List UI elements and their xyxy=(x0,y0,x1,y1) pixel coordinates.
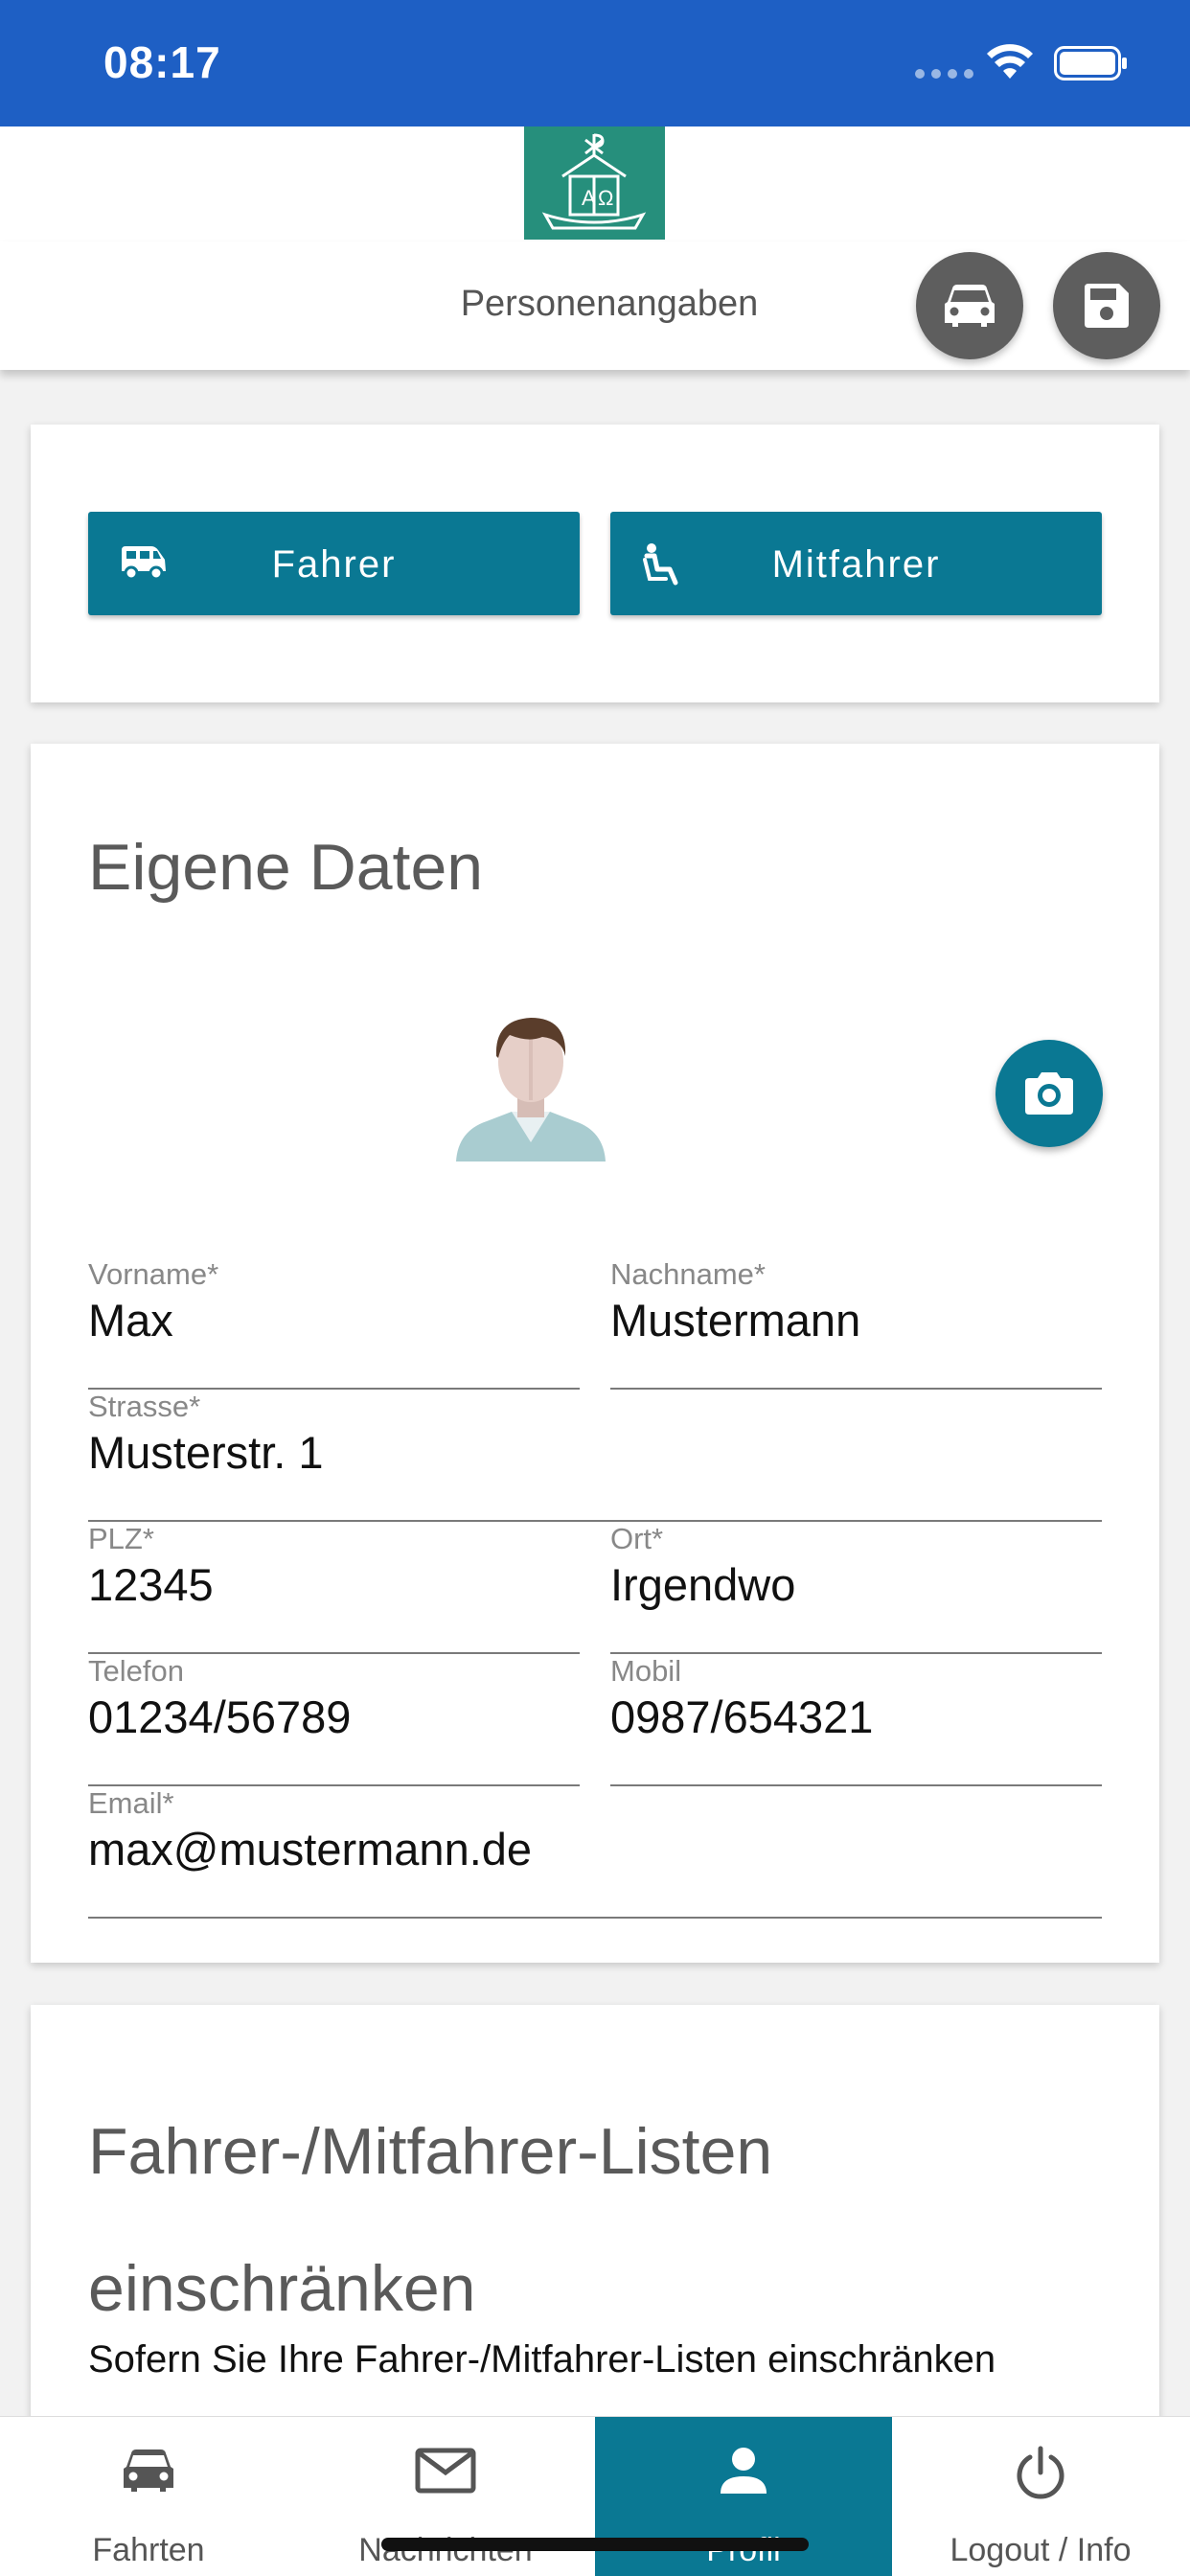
power-icon xyxy=(1017,2446,1064,2499)
lastname-field[interactable]: Nachname* Mustermann xyxy=(610,1257,1102,1390)
city-field[interactable]: Ort* Irgendwo xyxy=(610,1522,1102,1654)
zip-label: PLZ* xyxy=(88,1522,154,1555)
street-field[interactable]: Strasse* Musterstr. 1 xyxy=(88,1390,1102,1522)
personal-data-title: Eigene Daten xyxy=(88,831,484,904)
passenger-button[interactable]: Mitfahrer xyxy=(610,512,1102,615)
person-icon xyxy=(721,2448,767,2494)
mail-icon xyxy=(415,2448,476,2494)
phone-label: Telefon xyxy=(88,1654,184,1688)
zip-field[interactable]: PLZ* 12345 xyxy=(88,1522,580,1654)
firstname-value[interactable]: Max xyxy=(88,1294,173,1346)
car-icon xyxy=(124,2450,173,2492)
home-indicator[interactable] xyxy=(381,2538,809,2551)
tab-fahrten-label: Fahrten xyxy=(92,2532,205,2568)
svg-text:Ω: Ω xyxy=(598,186,613,210)
street-value[interactable]: Musterstr. 1 xyxy=(88,1426,324,1479)
avatar[interactable] xyxy=(448,999,613,1163)
status-time: 08:17 xyxy=(103,37,221,87)
restrict-lists-title: Fahrer-/Mitfahrer-Listen einschränken xyxy=(88,2115,773,2325)
zip-value[interactable]: 12345 xyxy=(88,1558,214,1611)
save-button[interactable] xyxy=(1053,252,1160,359)
battery-icon xyxy=(1054,46,1127,80)
save-icon xyxy=(1085,284,1129,328)
tab-logout-info[interactable]: Logout / Info xyxy=(892,2417,1189,2576)
firstname-field[interactable]: Vorname* Max xyxy=(88,1257,580,1390)
lastname-value[interactable]: Mustermann xyxy=(610,1294,860,1346)
cellular-signal-icon xyxy=(915,69,973,79)
driver-button[interactable]: Fahrer xyxy=(88,512,580,615)
status-bar: 08:17 xyxy=(0,0,1190,126)
email-value[interactable]: max@mustermann.de xyxy=(88,1823,532,1875)
lastname-label: Nachname* xyxy=(610,1257,766,1291)
personal-data-card: Eigene Daten Vorname* Max Nachname* Must… xyxy=(31,744,1159,1963)
role-card: Fahrer Mitfahrer xyxy=(31,425,1159,702)
city-value[interactable]: Irgendwo xyxy=(610,1558,795,1611)
tab-nachrichten[interactable]: Nachrichten xyxy=(297,2417,594,2576)
phone-field[interactable]: Telefon 01234/56789 xyxy=(88,1654,580,1786)
tab-fahrten[interactable]: Fahrten xyxy=(0,2417,297,2576)
wifi-icon xyxy=(987,44,1033,79)
camera-icon xyxy=(1025,1072,1073,1115)
phone-value[interactable]: 01234/56789 xyxy=(88,1690,351,1743)
camera-button[interactable] xyxy=(995,1040,1103,1147)
email-label: Email* xyxy=(88,1786,174,1820)
tab-logout-info-label: Logout / Info xyxy=(950,2532,1132,2568)
tab-profil[interactable]: Profil xyxy=(595,2417,892,2576)
app-logo: A Ω xyxy=(524,126,665,240)
mobile-field[interactable]: Mobil 0987/654321 xyxy=(610,1654,1102,1786)
city-label: Ort* xyxy=(610,1522,664,1555)
mobile-value[interactable]: 0987/654321 xyxy=(610,1690,873,1743)
street-label: Strasse* xyxy=(88,1390,201,1423)
car-icon xyxy=(945,285,995,327)
driver-button-label: Fahrer xyxy=(271,543,397,586)
ride-button[interactable] xyxy=(916,252,1023,359)
passenger-button-label: Mitfahrer xyxy=(771,543,941,586)
tab-bar: Fahrten Nachrichten Profil Logout / Info xyxy=(0,2416,1190,2576)
email-field[interactable]: Email* max@mustermann.de xyxy=(88,1786,1102,1919)
mobile-label: Mobil xyxy=(610,1654,682,1688)
restrict-lists-description: Sofern Sie Ihre Fahrer-/Mitfahrer-Listen… xyxy=(88,2338,996,2380)
firstname-label: Vorname* xyxy=(88,1257,219,1291)
svg-text:A: A xyxy=(582,186,596,210)
